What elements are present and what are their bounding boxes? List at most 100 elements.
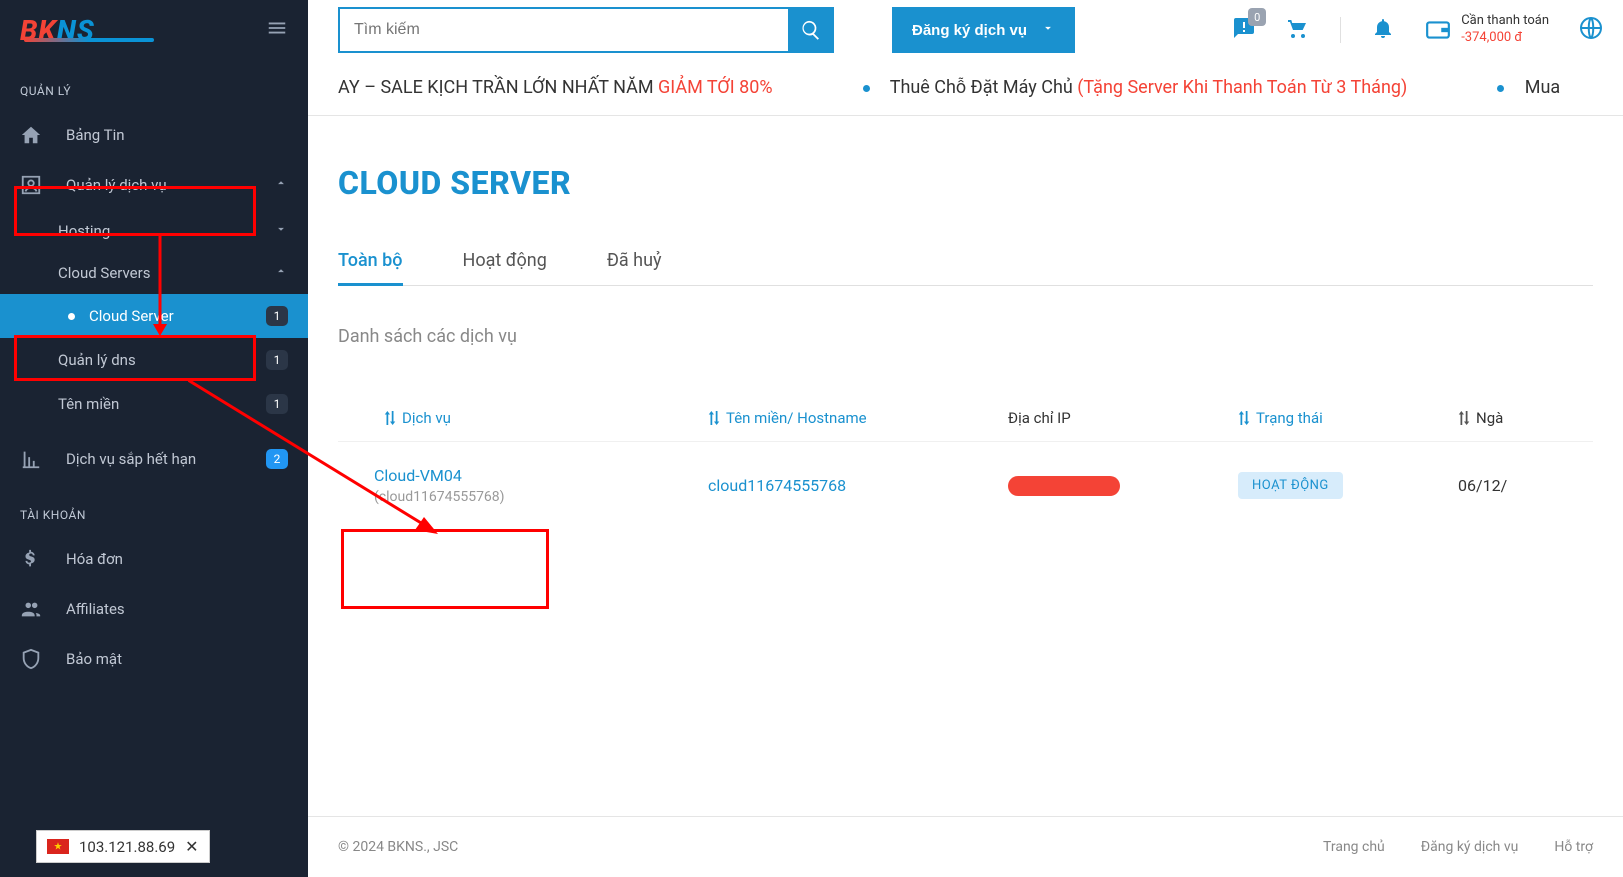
nav-domain[interactable]: Tên miền 1 (0, 382, 308, 426)
bullet-icon (1497, 85, 1504, 92)
logo-underline (24, 38, 154, 42)
section-title-manage: QUẢN LÝ (0, 60, 308, 110)
sort-icon (1458, 411, 1470, 425)
ticker-item[interactable]: AY – SALE KỊCH TRẦN LỚN NHẤT NĂM GIẢM TỚ… (338, 77, 773, 98)
ticker-item[interactable]: Mua (1497, 77, 1560, 98)
register-service-button[interactable]: Đăng ký dịch vụ (892, 7, 1075, 53)
table-row: Cloud-VM04 (cloud11674555768) cloud11674… (338, 441, 1593, 529)
dollar-icon (20, 548, 42, 570)
tab-cancelled[interactable]: Đã huỷ (607, 250, 662, 285)
nav-dns-count: 1 (266, 350, 288, 370)
tab-active[interactable]: Hoạt động (463, 250, 547, 285)
status-badge: HOẠT ĐỘNG (1238, 472, 1343, 499)
nav-dns[interactable]: Quản lý dns 1 (0, 338, 308, 382)
notifications-button[interactable] (1371, 16, 1395, 44)
balance-label: Cần thanh toán (1461, 13, 1549, 30)
th-ip: Địa chỉ IP (1008, 409, 1071, 427)
nav-domain-label: Tên miền (58, 395, 266, 413)
people-icon (20, 598, 42, 620)
list-title: Danh sách các dịch vụ (338, 326, 1593, 347)
ticker-item[interactable]: Thuê Chỗ Đặt Máy Chủ (Tặng Server Khi Th… (863, 77, 1408, 98)
nav-affiliates-label: Affiliates (66, 600, 288, 618)
sort-icon (384, 411, 396, 425)
language-button[interactable] (1579, 16, 1603, 44)
nav-affiliates[interactable]: Affiliates (0, 584, 308, 634)
home-icon (20, 124, 42, 146)
nav-expiring-label: Dịch vụ sắp hết hạn (66, 450, 266, 468)
balance-amount: -374,000 đ (1461, 30, 1549, 47)
nav-cloud-server[interactable]: Cloud Server 1 (0, 294, 308, 338)
wallet-icon (1425, 17, 1451, 43)
service-id: (cloud11674555768) (374, 489, 708, 505)
sort-date[interactable]: Ngà (1458, 409, 1503, 427)
close-icon[interactable]: ✕ (185, 837, 198, 856)
nav-cloud-servers-label: Cloud Servers (58, 264, 274, 282)
nav-cloud-servers[interactable]: Cloud Servers (0, 252, 308, 294)
chevron-up-icon (274, 264, 288, 282)
bullet-icon (863, 85, 870, 92)
news-ticker: AY – SALE KỊCH TRẦN LỚN NHẤT NĂM GIẢM TỚ… (308, 60, 1623, 116)
nav-dashboard[interactable]: Bảng Tin (0, 110, 308, 160)
flag-vn-icon (47, 839, 69, 854)
nav-domain-count: 1 (266, 394, 288, 414)
menu-toggle-icon[interactable] (266, 17, 288, 43)
shield-icon (20, 648, 42, 670)
footer-link-home[interactable]: Trang chủ (1323, 839, 1385, 855)
nav-dashboard-label: Bảng Tin (66, 126, 288, 144)
nav-security[interactable]: Bảo mật (0, 634, 308, 684)
sort-service[interactable]: Dịch vụ (384, 409, 451, 427)
bell-icon (1371, 16, 1395, 40)
search-button[interactable] (788, 7, 834, 53)
bullet-icon (68, 313, 75, 320)
nav-hosting-label: Hosting (58, 222, 274, 240)
nav-cloud-server-label: Cloud Server (89, 307, 266, 325)
nav-invoice-label: Hóa đơn (66, 550, 288, 568)
section-title-account: TÀI KHOẢN (0, 484, 308, 534)
sidebar: BKNS QUẢN LÝ Bảng Tin Quản lý dịch vụ Ho… (0, 0, 308, 877)
footer: © 2024 BKNS., JSC Trang chủ Đăng ký dịch… (308, 816, 1623, 877)
chevron-down-icon (274, 222, 288, 240)
footer-link-support[interactable]: Hỗ trợ (1554, 839, 1593, 855)
nav-dns-label: Quản lý dns (58, 351, 266, 369)
nav-services-label: Quản lý dịch vụ (66, 176, 274, 194)
search-input[interactable] (338, 7, 788, 53)
topbar: Đăng ký dịch vụ 0 Cần thanh (308, 0, 1623, 60)
tabs: Toàn bộ Hoạt động Đã huỷ (338, 250, 1593, 286)
register-service-label: Đăng ký dịch vụ (912, 22, 1027, 39)
tab-all[interactable]: Toàn bộ (338, 250, 403, 285)
chart-icon (20, 448, 42, 470)
ip-widget[interactable]: 103.121.88.69 ✕ (36, 830, 210, 863)
search (338, 7, 834, 53)
service-name-link[interactable]: Cloud-VM04 (374, 466, 708, 485)
nav-hosting[interactable]: Hosting (0, 210, 308, 252)
table-head: Dịch vụ Tên miền/ Hostname Địa chỉ IP Tr… (338, 397, 1593, 441)
nav-expiring[interactable]: Dịch vụ sắp hết hạn 2 (0, 434, 308, 484)
chevron-up-icon (274, 176, 288, 194)
date-cell: 06/12/ (1458, 476, 1558, 495)
divider (1340, 17, 1341, 43)
ip-address: 103.121.88.69 (79, 838, 175, 856)
main: Đăng ký dịch vụ 0 Cần thanh (308, 0, 1623, 877)
page-body: CLOUD SERVER Toàn bộ Hoạt động Đã huỷ Da… (308, 116, 1623, 816)
balance[interactable]: Cần thanh toán -374,000 đ (1425, 13, 1549, 47)
sidebar-header: BKNS (0, 0, 308, 60)
globe-icon (1579, 16, 1603, 40)
footer-link-register[interactable]: Đăng ký dịch vụ (1421, 839, 1519, 855)
sort-icon (708, 411, 720, 425)
search-icon (800, 19, 822, 41)
nav-security-label: Bảo mật (66, 650, 288, 668)
sort-hostname[interactable]: Tên miền/ Hostname (708, 409, 867, 427)
copyright: © 2024 BKNS., JSC (338, 839, 458, 855)
cart-button[interactable] (1286, 16, 1310, 44)
user-box-icon (20, 174, 42, 196)
page-title: CLOUD SERVER (338, 164, 1593, 202)
sort-icon (1238, 411, 1250, 425)
messages-button[interactable]: 0 (1232, 16, 1256, 44)
messages-count: 0 (1248, 8, 1266, 26)
sort-status[interactable]: Trạng thái (1238, 409, 1323, 427)
top-icons: 0 Cần thanh toán -374,000 đ (1232, 13, 1603, 47)
nav-invoice[interactable]: Hóa đơn (0, 534, 308, 584)
hostname-link[interactable]: cloud11674555768 (708, 476, 846, 495)
ip-redacted (1008, 476, 1120, 496)
nav-services[interactable]: Quản lý dịch vụ (0, 160, 308, 210)
